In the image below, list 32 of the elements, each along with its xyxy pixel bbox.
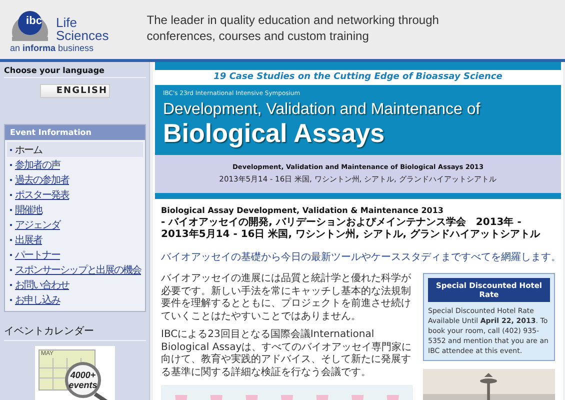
logo-tagline: an informa business [10,43,95,53]
count-label: events [68,380,98,390]
menu-link[interactable]: アジェンダ [15,218,60,232]
language-button[interactable]: ENGLISH [40,84,110,98]
count-label: 4000+ [70,370,96,380]
tagline: バイオアッセイの基礎から今日の最新ツールやケーススタディまですべてを網羅します。 [161,250,555,264]
menu-link[interactable]: お申し込み [15,292,60,307]
section-title: イベントカレンダー [4,324,146,342]
slogan: The leader in quality education and networking through [146,12,439,28]
slogan: conferences, courses and custom training [146,28,370,44]
menu-link[interactable]: お問い合わせ [15,278,69,292]
page-heading: 2013年5月14 - 16日 米国, ワシントン州, シアトル, グランドハイアットシアトル [161,229,542,241]
logo-mark: ibc [25,15,43,27]
menu-link[interactable]: ポスター発表 [15,188,69,202]
menu-link[interactable]: スポンサーシップと出展の機会 [15,262,141,277]
page-heading: Biological Assay Development, Validation & Maintenance 2013 [161,205,444,216]
panel-title: Event Information [5,125,145,140]
logo-text: Sciences [56,29,109,42]
menu-link[interactable]: 開催地 [15,202,42,217]
menu-link[interactable]: ホーム [15,142,42,157]
section-title: Choose your language [4,66,146,78]
logo-text: Life [56,16,78,29]
paragraph: IBCによる23回目となる国際会議International Biological Assayは、すべてのバイオアッセイ専門家に向けて、教育や実践的アドバイス、そして新たに発展する基準に関する詳細な検証を行なう会議です。 [161,329,413,379]
menu-link[interactable]: 出展者 [15,232,42,247]
banner-title: Development, Validation and Maintenance of [163,101,482,119]
paragraph: バイオアッセイの進展には品質と統計学と優れた科学が必要です。新しい手法を常にキャッチし基本的な法規制要件を理解するとともに、プロジェクトを前進させ続けていくことはたやすいことではありません。 [161,273,412,323]
menu-link[interactable]: 参加者の声 [15,158,60,172]
menu-link[interactable]: 過去の参加者 [15,172,69,187]
page-heading: - バイオアッセイの開発, バリデーションおよびメインテナンス学会 2013年 - [161,217,522,228]
banner-title: Biological Assays [163,119,386,147]
menu-link[interactable]: パートナー [15,248,60,262]
subtitle: 19 Case Studies on the Cutting Edge of Bioassay Science [212,71,504,84]
